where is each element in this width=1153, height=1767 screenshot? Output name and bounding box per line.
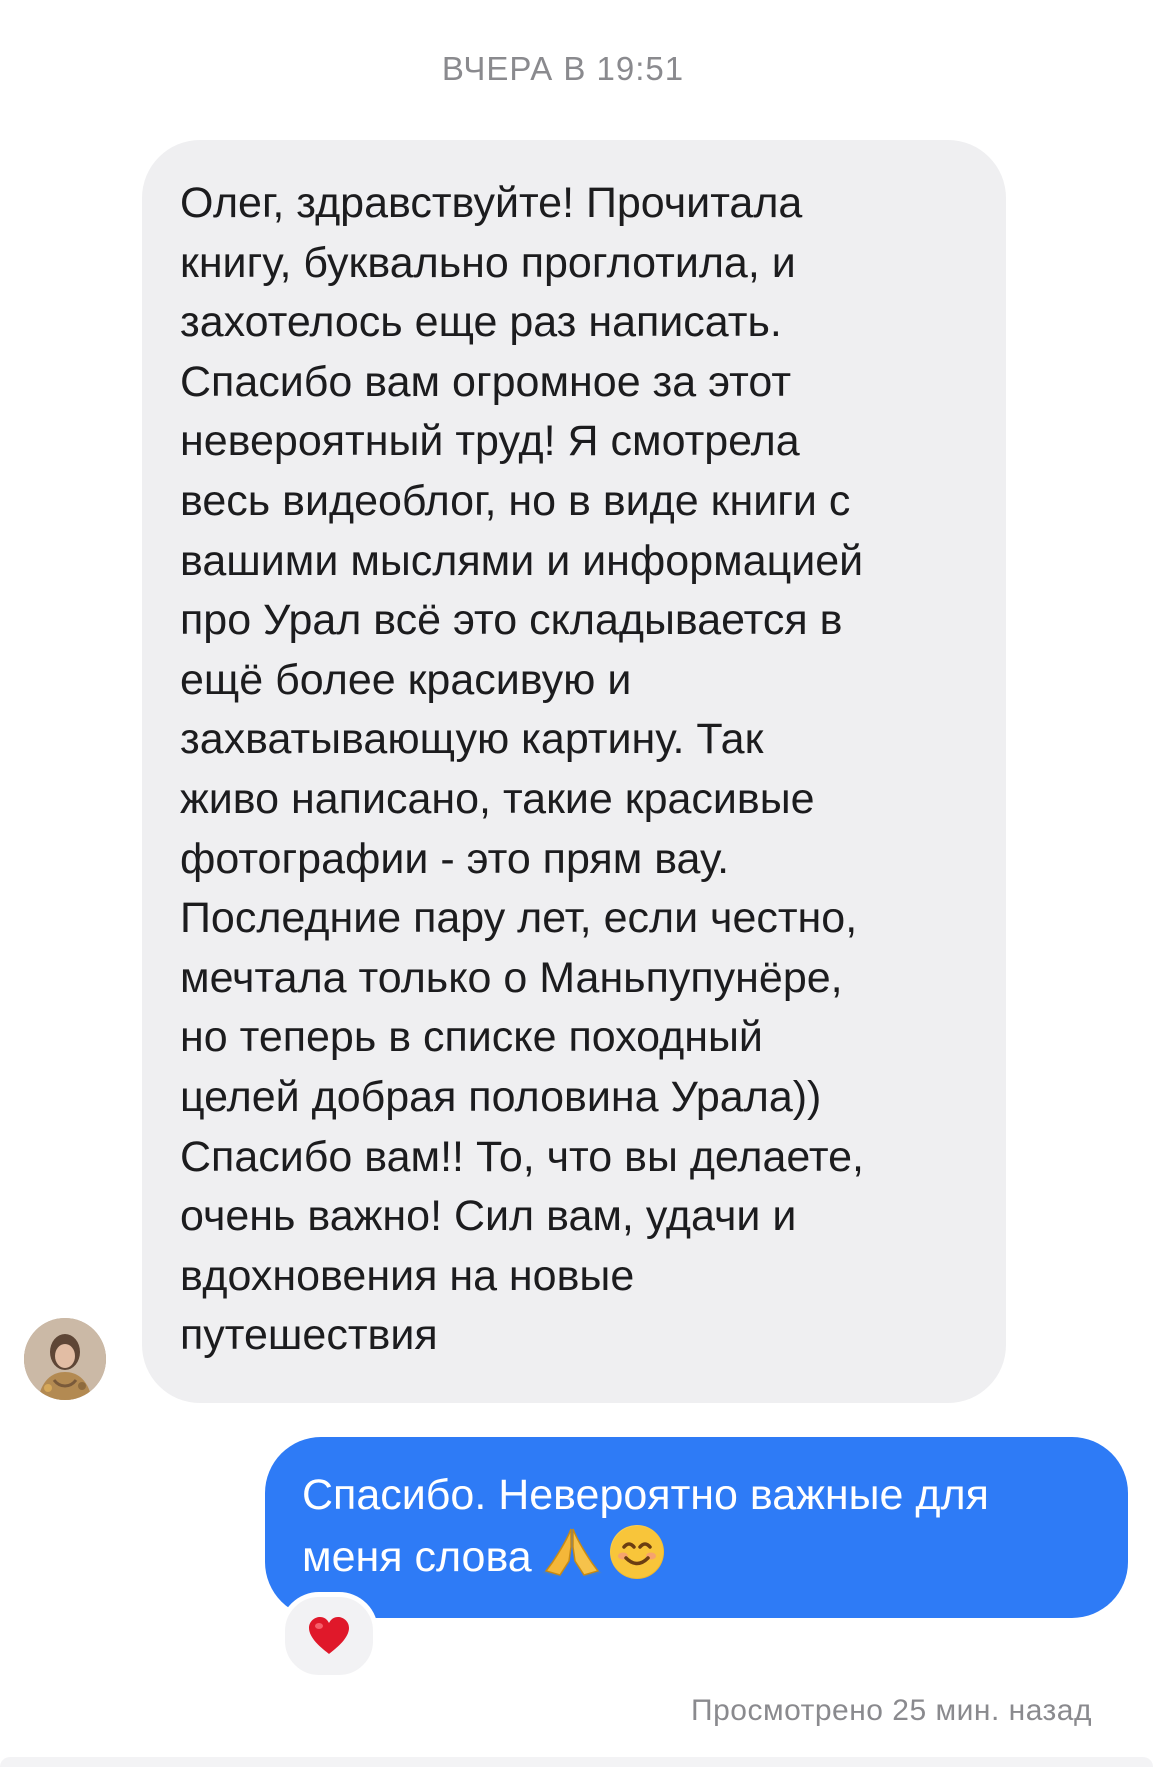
folded-hands-icon [541,1525,602,1577]
message-timestamp: ВЧЕРА В 19:51 [441,50,685,87]
sender-avatar[interactable] [24,1318,106,1400]
heart-icon [309,1617,349,1654]
message-line: вдохновения на новые [180,1251,635,1300]
message-line: Олег, здравствуйте! Прочитала [180,179,803,227]
message-line: весь видеоблог, но в виде книги с [180,476,851,525]
message-line: очень важно! Сил вам, удачи и [180,1192,797,1241]
message-line: Спасибо вам огромное за этот [180,357,792,406]
seen-status: Просмотрено 25 мин. назад [691,1694,1092,1727]
message-line: невероятный труд! Я смотрела [180,417,800,466]
message-line: живо написано, такие красивые [180,774,815,823]
outgoing-message-text: Спасибо. Невероятно важные для меня слов… [302,1465,1094,1587]
smiling-face-icon [609,1525,664,1579]
message-line: целей добрая половина Урала)) [180,1072,822,1121]
message-line: Спасибо вам!! То, что вы делаете, [180,1132,864,1181]
message-line-with-emoji: меня слова [302,1525,1094,1587]
message-line: Последние пару лет, если честно, [180,894,858,943]
message-line: захотелось еще раз написать. [180,298,782,347]
incoming-message-text: Олег, здравствуйте! Прочитала книгу, бук… [180,174,972,1366]
incoming-message-bubble[interactable]: Олег, здравствуйте! Прочитала книгу, бук… [142,140,1006,1403]
message-line: вашими мыслями и информацией [180,536,864,585]
outgoing-message-bubble[interactable]: Спасибо. Невероятно важные для меня слов… [265,1437,1128,1618]
message-line: мечтала только о Маньпупунёре, [180,953,843,1002]
message-line: ещё более красивую и [180,655,632,704]
message-line: фотографии - это прям вау. [180,834,730,883]
message-line: Спасибо. Невероятно важные для [302,1471,989,1519]
message-line: путешествия [180,1311,438,1360]
reaction-badge[interactable] [280,1592,378,1680]
message-line: про Урал всё это складывается в [180,596,843,645]
message-line: книгу, буквально проглотила, и [180,238,796,287]
message-line: меня слова [302,1533,532,1581]
message-line: захватывающую картину. Так [180,715,764,764]
composer-bar-edge [0,1757,1153,1767]
message-line: но теперь в списке походный [180,1013,763,1062]
